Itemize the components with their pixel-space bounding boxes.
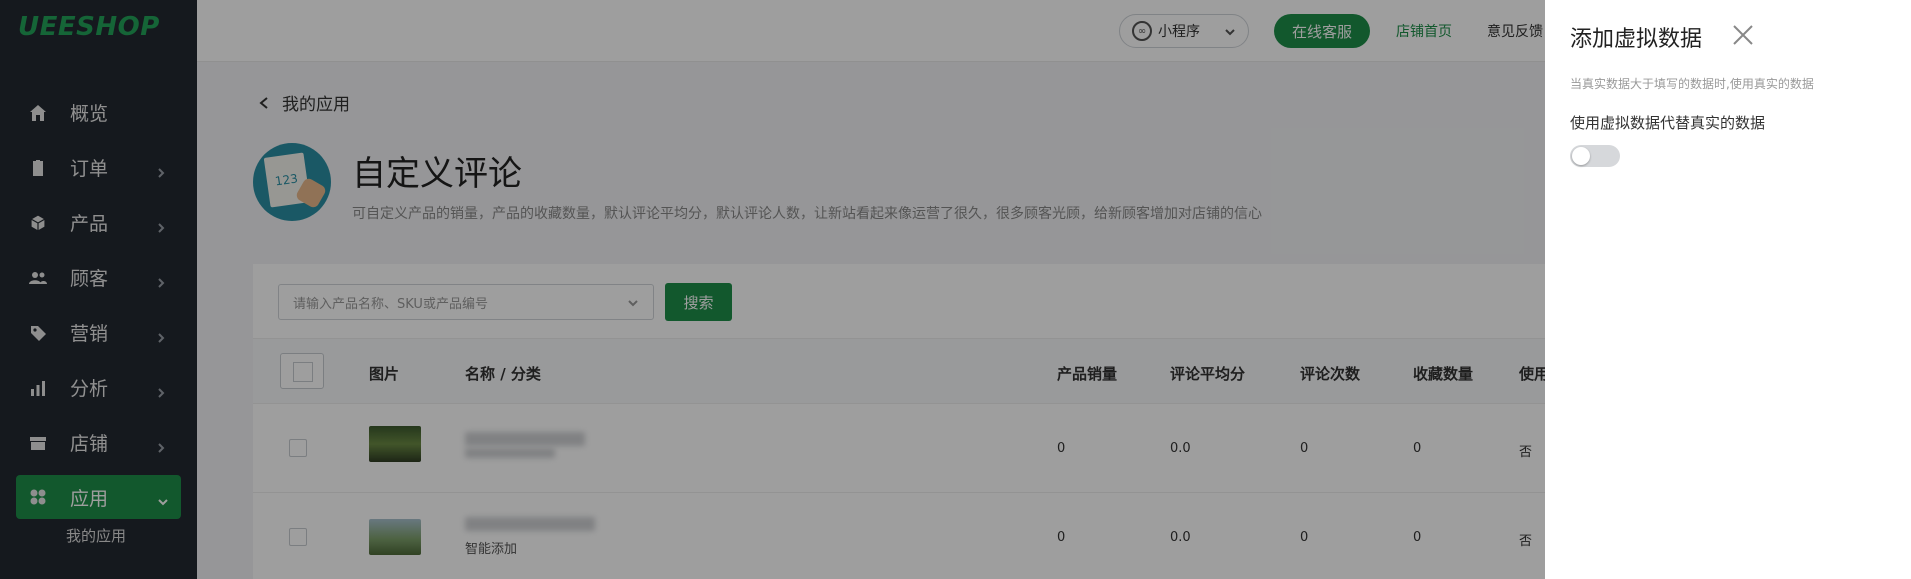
drawer-hint: 当真实数据大于填写的数据时,使用真实的数据 [1570,77,1814,91]
use-virtual-data-toggle[interactable] [1570,145,1620,167]
toggle-knob [1572,147,1590,165]
add-virtual-data-drawer: 添加虚拟数据 当真实数据大于填写的数据时,使用真实的数据 使用虚拟数据代替真实的… [1545,0,1911,579]
close-icon[interactable] [1732,24,1754,46]
toggle-label: 使用虚拟数据代替真实的数据 [1570,114,1766,132]
modal-overlay[interactable] [0,0,1545,579]
drawer-title: 添加虚拟数据 [1570,27,1703,52]
